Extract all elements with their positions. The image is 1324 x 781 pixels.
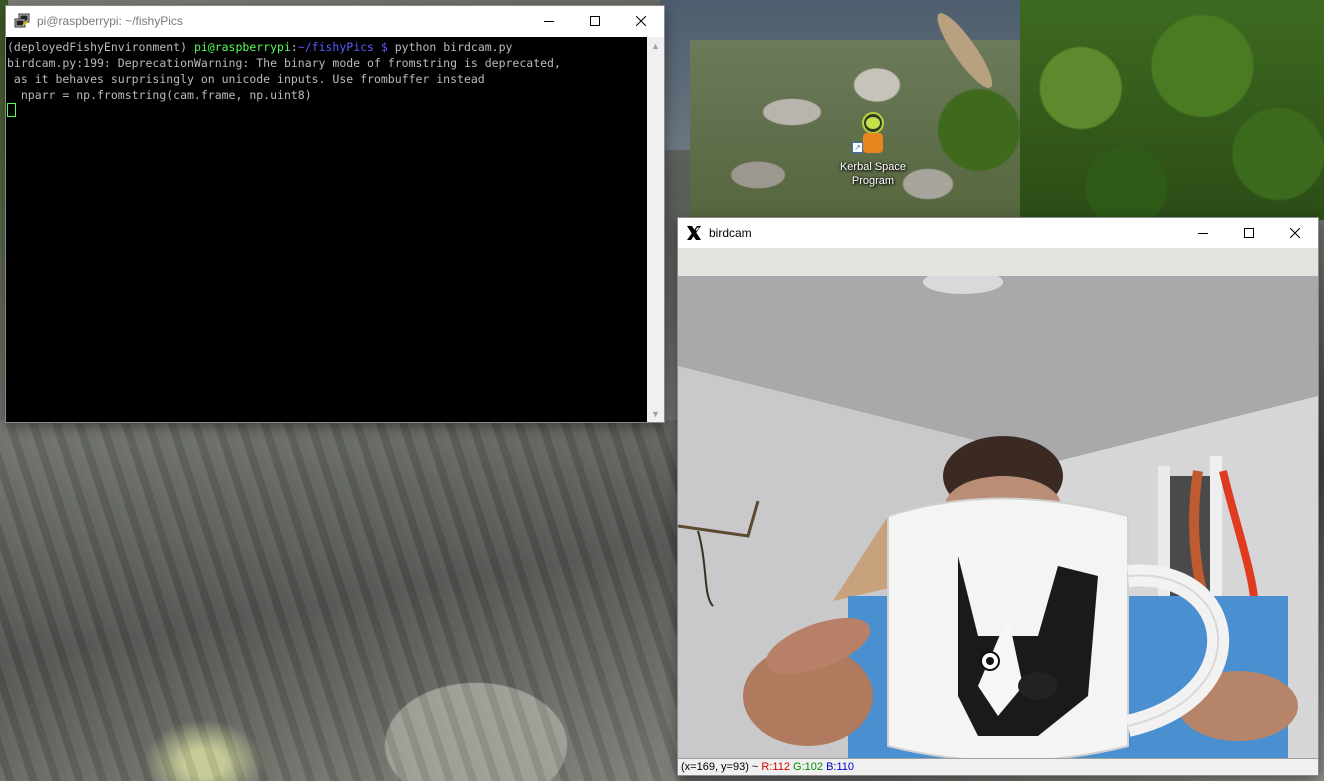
maximize-icon [1244, 228, 1254, 238]
close-icon [1290, 228, 1300, 238]
desktop-icon-label-line1: Kerbal Space [839, 161, 907, 173]
close-icon [636, 16, 646, 26]
shortcut-arrow-icon: ↗ [852, 142, 863, 153]
terminal-line: as it behaves surprisingly on unicode in… [7, 72, 485, 86]
maximize-button[interactable] [572, 6, 618, 36]
birdcam-title: birdcam [709, 226, 752, 240]
wallpaper-forest [1020, 0, 1324, 220]
maximize-button[interactable] [1226, 218, 1272, 248]
minimize-icon [544, 21, 554, 22]
cursor-coordinates: (x=169, y=93) ~ [681, 761, 762, 773]
birdcam-titlebar[interactable]: birdcam [678, 218, 1318, 248]
prompt-userhost: pi@raspberrypi [193, 40, 291, 54]
camera-frame[interactable] [678, 276, 1318, 758]
terminal-cursor-line [7, 103, 647, 119]
terminal-title: pi@raspberrypi: ~/fishyPics [37, 14, 183, 28]
minimize-button[interactable] [526, 6, 572, 36]
terminal-scrollbar[interactable]: ▲ ▼ [647, 37, 664, 422]
camera-frame-image [678, 276, 1318, 758]
prompt-command: python birdcam.py [387, 40, 513, 54]
x11-icon [686, 225, 702, 241]
desktop-icon-kerbal-space-program[interactable]: ↗ Kerbal Space Program [833, 112, 913, 188]
scroll-up-arrow-icon[interactable]: ▲ [647, 37, 664, 54]
prompt-colon: : [290, 40, 298, 54]
green-value: G:102 [793, 761, 823, 773]
terminal-output[interactable]: (deployedFishyEnvironment) pi@raspberryp… [6, 37, 647, 422]
prompt-env: (deployedFishyEnvironment) [7, 40, 194, 54]
close-button[interactable] [1272, 218, 1318, 248]
maximize-icon [590, 16, 600, 26]
prompt-path: ~/fishyPics $ [297, 40, 388, 54]
scroll-down-arrow-icon[interactable]: ▼ [647, 405, 664, 422]
red-value: R:112 [761, 761, 790, 773]
blue-value: B:110 [826, 761, 854, 773]
terminal-titlebar[interactable]: pi@raspberrypi: ~/fishyPics [6, 6, 664, 36]
opencv-toolbar [678, 248, 1318, 276]
wallpaper-rock [0, 420, 680, 781]
terminal-line-prompt: (deployedFishyEnvironment) pi@raspberryp… [7, 39, 647, 55]
putty-icon [14, 13, 30, 29]
pixel-info-status-bar: (x=169, y=93) ~ R:112 G:102 B:110 [678, 758, 1318, 775]
desktop-icon-label-line2: Program [851, 175, 895, 187]
terminal-line: nparr = np.fromstring(cam.frame, np.uint… [7, 88, 312, 102]
terminal-line: birdcam.py:199: DeprecationWarning: The … [7, 56, 561, 70]
birdcam-window[interactable]: birdcam (x=169, y=93) ~ R:112 G:102 B:11… [678, 218, 1318, 775]
terminal-window[interactable]: pi@raspberrypi: ~/fishyPics (deployedFis… [6, 6, 664, 422]
text-cursor [7, 103, 16, 117]
kerbal-astronaut-icon: ↗ [852, 112, 890, 156]
desktop-icon-label: Kerbal Space Program [833, 160, 913, 188]
close-button[interactable] [618, 6, 664, 36]
minimize-icon [1198, 233, 1208, 234]
minimize-button[interactable] [1180, 218, 1226, 248]
